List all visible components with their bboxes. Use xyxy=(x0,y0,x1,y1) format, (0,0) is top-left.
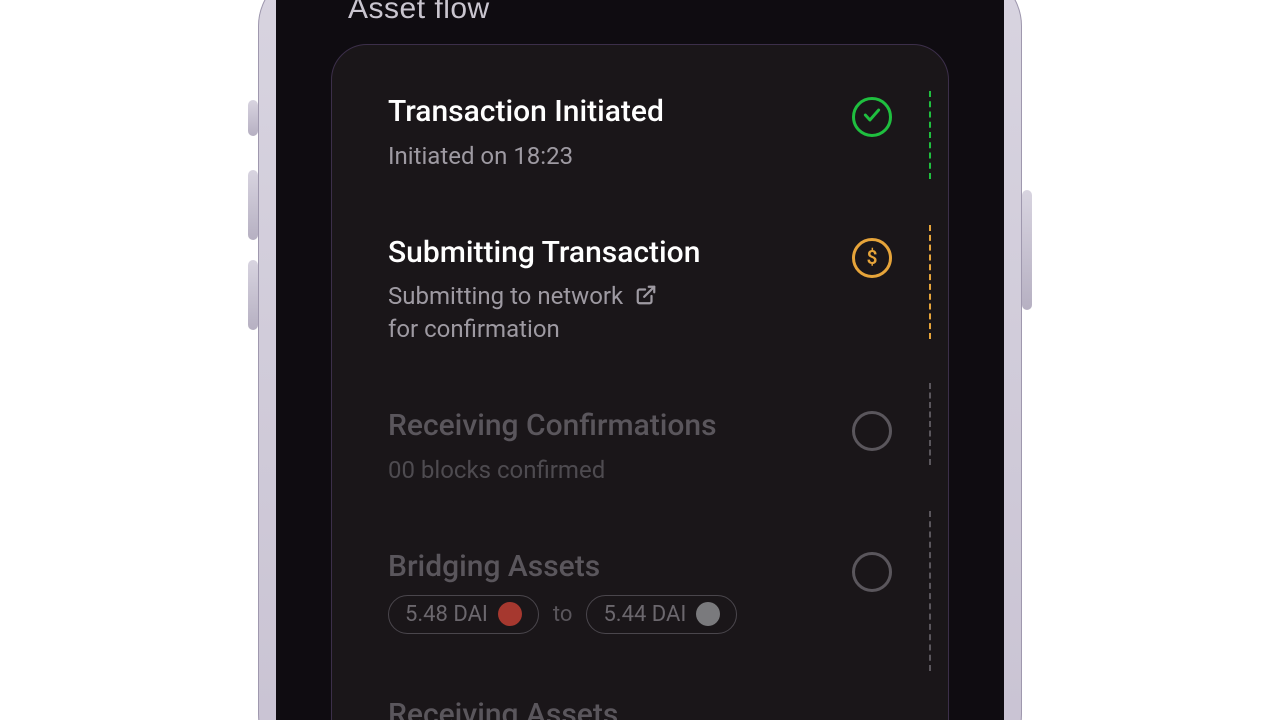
step-submitting-transaction: Submitting Transaction Submitting to net… xyxy=(388,236,892,345)
pill-amount: 5.48 DAI xyxy=(405,602,488,627)
step-title: Submitting Transaction xyxy=(388,236,802,271)
external-link-icon[interactable] xyxy=(635,284,657,306)
phone-frame: Asset flow Transaction Initiated Initiat… xyxy=(258,0,1022,720)
step-subtitle: 00 blocks confirmed xyxy=(388,454,802,486)
step-subtitle: Initiated on 18:23 xyxy=(388,140,802,172)
token-icon xyxy=(696,602,720,626)
step-bridging-assets: Bridging Assets 5.48 DAI to 5.44 DAI xyxy=(388,550,892,634)
step-title: Bridging Assets xyxy=(388,550,802,585)
section-title: Asset flow xyxy=(348,0,490,26)
status-marker-active: $ xyxy=(852,238,892,278)
check-icon xyxy=(862,105,882,129)
status-marker-done xyxy=(852,97,892,137)
phone-power-button xyxy=(1022,190,1032,310)
phone-mute-switch xyxy=(248,100,258,136)
token-icon xyxy=(498,602,522,626)
phone-volume-up xyxy=(248,170,258,240)
step-receiving-confirmations: Receiving Confirmations 00 blocks confir… xyxy=(388,409,892,486)
step-title: Transaction Initiated xyxy=(388,95,802,130)
asset-flow-card: Transaction Initiated Initiated on 18:23… xyxy=(331,44,949,720)
step-subtitle: Submitting to network for confirmation xyxy=(388,280,802,345)
bridging-pill-row: 5.48 DAI to 5.44 DAI xyxy=(388,595,802,634)
bridging-from-pill: 5.48 DAI xyxy=(388,595,539,634)
step-transaction-initiated: Transaction Initiated Initiated on 18:23 xyxy=(388,95,892,172)
status-marker-pending xyxy=(852,411,892,451)
timeline: Transaction Initiated Initiated on 18:23… xyxy=(388,95,892,720)
phone-volume-down xyxy=(248,260,258,330)
dollar-icon: $ xyxy=(867,246,878,269)
step-title: Receiving Confirmations xyxy=(388,409,802,444)
step-title: Receiving Assets xyxy=(388,698,802,720)
status-marker-pending xyxy=(852,552,892,592)
step-receiving-assets: Receiving Assets xyxy=(388,698,892,720)
bridging-to-label: to xyxy=(553,602,573,627)
pill-amount: 5.44 DAI xyxy=(603,602,686,627)
bridging-to-pill: 5.44 DAI xyxy=(586,595,737,634)
